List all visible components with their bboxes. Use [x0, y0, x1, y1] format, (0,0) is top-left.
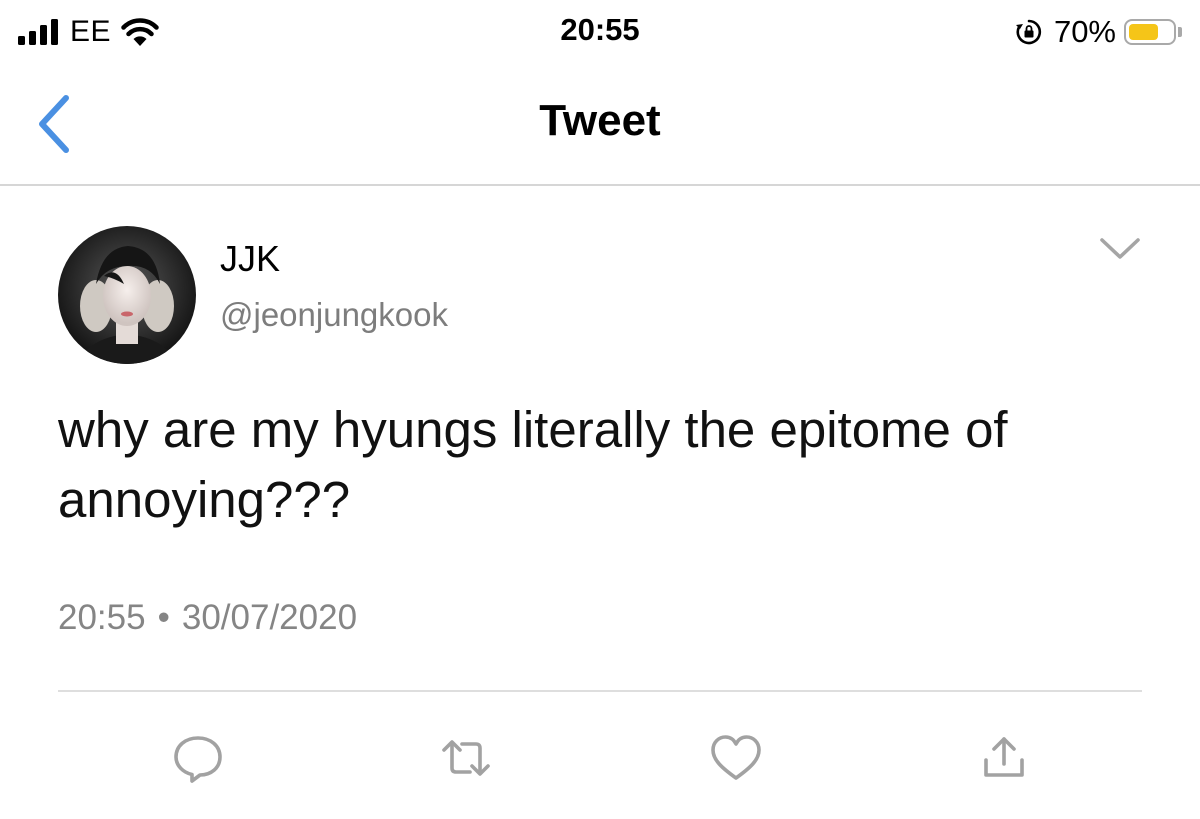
tweet-timestamp: 20:55 • 30/07/2020	[58, 598, 357, 638]
divider	[58, 690, 1142, 692]
retweet-button[interactable]	[438, 730, 494, 786]
avatar-image	[58, 226, 196, 364]
tweet-text: why are my hyungs literally the epitome …	[58, 401, 1008, 528]
separator-dot: •	[157, 598, 170, 637]
reply-icon	[174, 736, 222, 783]
reply-button[interactable]	[170, 730, 226, 786]
battery-icon	[1124, 19, 1176, 45]
like-icon	[711, 735, 761, 780]
status-right: 70%	[1014, 12, 1182, 52]
share-icon	[984, 737, 1024, 777]
tweet-screen: EE 20:55 70% Tweet JJK @jeonjungkook why…	[0, 0, 1200, 819]
action-bar	[0, 730, 1200, 790]
status-bar: EE 20:55 70%	[0, 0, 1200, 64]
battery-tip	[1178, 27, 1182, 37]
battery-percent: 70%	[1053, 14, 1116, 49]
battery-fill	[1129, 24, 1159, 40]
share-button[interactable]	[976, 730, 1032, 786]
rotation-lock-icon	[1015, 19, 1042, 45]
like-button[interactable]	[708, 730, 764, 786]
user-handle[interactable]: @jeonjungkook	[220, 296, 448, 334]
tweet-time: 20:55	[58, 598, 146, 637]
display-name[interactable]: JJK	[220, 238, 280, 280]
tweet-menu-button[interactable]	[1098, 232, 1142, 264]
avatar[interactable]	[58, 226, 196, 364]
page-title: Tweet	[539, 96, 661, 145]
nav-bar: Tweet	[0, 64, 1200, 186]
retweet-icon	[442, 740, 490, 776]
tweet-date: 30/07/2020	[181, 598, 358, 637]
chevron-down-icon	[1100, 238, 1140, 259]
